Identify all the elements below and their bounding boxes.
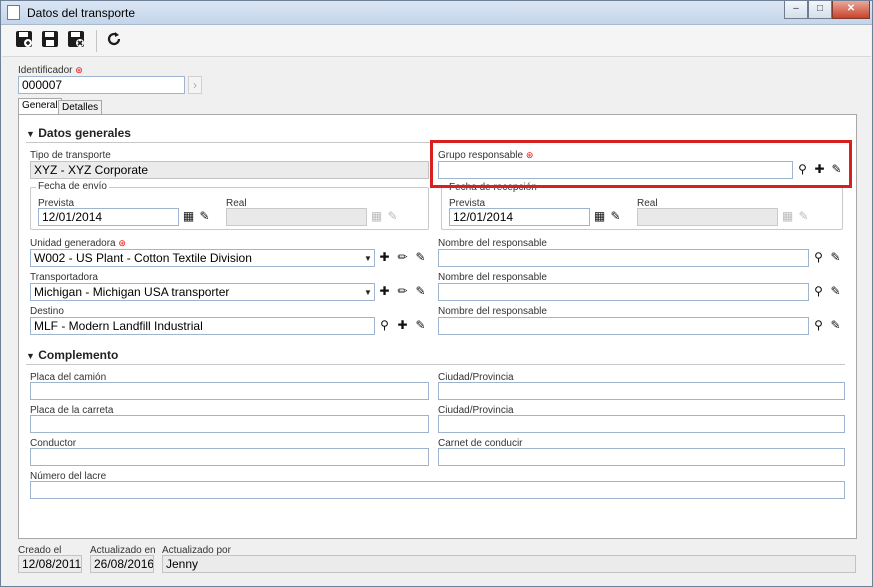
search-icon[interactable]: ⚲ — [811, 283, 826, 300]
placa-carreta-field[interactable] — [30, 415, 429, 433]
refresh-button[interactable] — [103, 30, 125, 52]
recepcion-prevista-field[interactable]: 12/01/2014 — [449, 208, 590, 226]
search-icon[interactable]: ⚲ — [811, 317, 826, 334]
destino-label: Destino — [30, 306, 64, 317]
tab-detalles[interactable]: Detalles — [58, 100, 103, 115]
placa-camion-field[interactable] — [30, 382, 429, 400]
actualizado-en-field: 26/08/2016 — [90, 555, 154, 573]
envio-real-field — [226, 208, 367, 226]
tab-general[interactable]: General — [18, 98, 62, 115]
conductor-field[interactable] — [30, 448, 429, 466]
save-close-button[interactable] — [65, 30, 87, 52]
identificador-field[interactable]: 000007 — [18, 76, 185, 94]
search-icon[interactable]: ⚲ — [377, 317, 392, 334]
close-button[interactable]: ✕ — [832, 1, 870, 19]
carnet-field[interactable] — [438, 448, 845, 466]
ciudad-provincia-field[interactable] — [438, 382, 845, 400]
calendar-icon[interactable]: ▦ — [592, 208, 607, 225]
section-complemento[interactable]: ▼ Complemento — [26, 348, 118, 362]
recepcion-real-field — [637, 208, 778, 226]
chevron-right-icon[interactable]: › — [188, 76, 202, 94]
refresh-icon — [107, 32, 121, 46]
fecha-envio-label: Fecha de envío — [36, 181, 109, 192]
divider — [26, 364, 845, 365]
save-button[interactable] — [39, 30, 61, 52]
calendar-icon[interactable]: ▦ — [181, 208, 196, 225]
envio-prevista-field[interactable]: 12/01/2014 — [38, 208, 179, 226]
nombre-responsable-label: Nombre del responsable — [438, 306, 547, 317]
required-icon: ⊛ — [118, 238, 126, 248]
nombre-responsable-field[interactable] — [438, 317, 809, 335]
dropdown-arrow-icon[interactable]: ▼ — [364, 254, 372, 263]
clear-icon: ✎ — [798, 209, 809, 223]
clear-icon[interactable]: ✎ — [828, 283, 843, 300]
window-title: Datos del transporte — [27, 6, 136, 20]
collapse-icon: ▼ — [26, 351, 35, 361]
destino-field[interactable]: MLF - Modern Landfill Industrial — [30, 317, 375, 335]
clear-icon[interactable]: ✎ — [413, 249, 428, 266]
clear-icon[interactable]: ✎ — [828, 317, 843, 334]
edit-icon[interactable]: ✏ — [395, 283, 410, 300]
minimize-button[interactable]: – — [784, 1, 808, 19]
maximize-button[interactable]: □ — [808, 1, 832, 19]
nombre-responsable-field[interactable] — [438, 249, 809, 267]
numero-lacre-field[interactable] — [30, 481, 845, 499]
unidad-generadora-select[interactable]: W002 - US Plant - Cotton Textile Divisio… — [30, 249, 375, 267]
document-icon — [7, 5, 20, 20]
clear-icon[interactable]: ✎ — [413, 283, 428, 300]
identificador-label: Identificador ⊛ — [18, 65, 83, 76]
clear-icon: ✎ — [387, 209, 398, 223]
title-bar: Datos del transporte – □ ✕ — [1, 1, 872, 25]
save-icon — [42, 31, 58, 47]
highlight-annotation — [430, 140, 852, 188]
toolbar-separator — [96, 30, 97, 52]
unidad-generadora-label: Unidad generadora ⊛ — [30, 238, 126, 249]
save-new-button[interactable] — [13, 30, 35, 52]
calendar-icon: ▦ — [370, 209, 383, 223]
add-icon[interactable]: ✚ — [377, 283, 392, 300]
nombre-responsable-label: Nombre del responsable — [438, 272, 547, 283]
add-icon[interactable]: ✚ — [377, 249, 392, 266]
dropdown-arrow-icon[interactable]: ▼ — [364, 288, 372, 297]
window: Datos del transporte – □ ✕ Identificador… — [0, 0, 873, 587]
ciudad-provincia-field[interactable] — [438, 415, 845, 433]
creado-field: 12/08/2011 — [18, 555, 82, 573]
tipo-transporte-label: Tipo de transporte — [30, 150, 111, 161]
clear-icon[interactable]: ✎ — [413, 317, 428, 334]
transportadora-select[interactable]: Michigan - Michigan USA transporter — [30, 283, 375, 301]
nombre-responsable-label: Nombre del responsable — [438, 238, 547, 249]
transportadora-label: Transportadora — [30, 272, 98, 283]
toolbar — [2, 25, 871, 57]
calendar-icon: ▦ — [781, 209, 794, 223]
add-icon[interactable]: ✚ — [395, 317, 410, 334]
save-close-icon — [68, 31, 84, 47]
search-icon[interactable]: ⚲ — [811, 249, 826, 266]
clear-icon[interactable]: ✎ — [197, 208, 212, 225]
collapse-icon: ▼ — [26, 129, 35, 139]
tipo-transporte-field: XYZ - XYZ Corporate — [30, 161, 429, 179]
edit-icon[interactable]: ✏ — [395, 249, 410, 266]
required-icon: ⊛ — [75, 65, 83, 75]
actualizado-por-field: Jenny — [162, 555, 856, 573]
clear-icon[interactable]: ✎ — [608, 208, 623, 225]
save-new-icon — [16, 31, 32, 47]
nombre-responsable-field[interactable] — [438, 283, 809, 301]
clear-icon[interactable]: ✎ — [828, 249, 843, 266]
section-datos-generales[interactable]: ▼ Datos generales — [26, 126, 131, 140]
